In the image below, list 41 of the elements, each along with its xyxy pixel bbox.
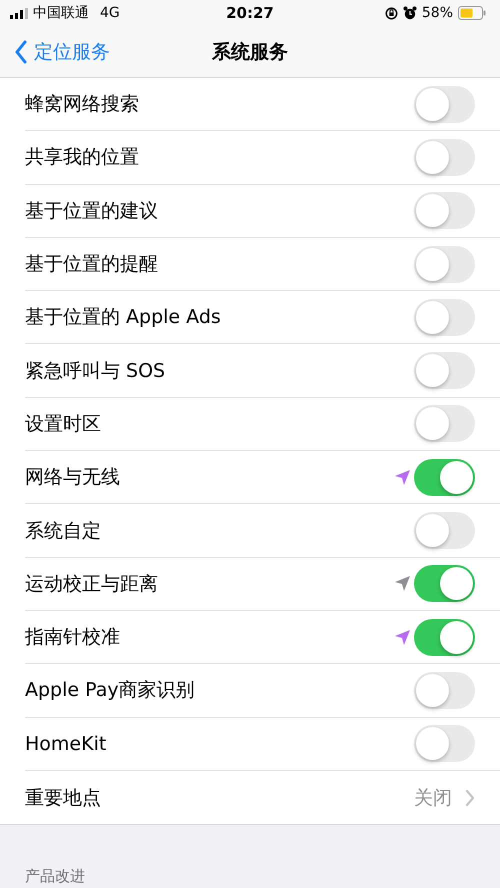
- setting-label: HomeKit: [25, 732, 106, 755]
- toggle-switch[interactable]: [414, 725, 475, 762]
- page-title: 系统服务: [212, 40, 288, 64]
- alarm-icon: [402, 6, 417, 20]
- toggle-switch[interactable]: [414, 672, 475, 709]
- rotation-lock-icon: [384, 6, 398, 20]
- chevron-left-icon: [14, 40, 28, 64]
- setting-label: 运动校正与距离: [25, 572, 158, 597]
- setting-label: 设置时区: [25, 412, 101, 437]
- chevron-right-icon: [465, 788, 475, 806]
- toggle-switch[interactable]: [414, 352, 475, 390]
- network-type: 4G: [100, 5, 120, 21]
- section-header: 产品改进: [25, 867, 85, 886]
- setting-label: Apple Pay商家识别: [25, 678, 195, 704]
- toggle-switch[interactable]: [414, 565, 475, 602]
- setting-label: 指南针校准: [25, 625, 120, 650]
- toggle-switch[interactable]: [414, 298, 475, 336]
- setting-label: 共享我的位置: [25, 145, 139, 170]
- clock-time: 20:27: [226, 4, 274, 22]
- toggle-switch[interactable]: [414, 246, 475, 283]
- toggle-switch[interactable]: [414, 192, 475, 230]
- setting-value: 关闭: [414, 786, 452, 810]
- toggle-switch[interactable]: [414, 138, 475, 176]
- setting-label: 紧急呼叫与 SOS: [25, 358, 166, 384]
- back-button[interactable]: 定位服务: [0, 38, 110, 64]
- toggle-switch[interactable]: [414, 405, 475, 442]
- setting-label: 基于位置的建议: [25, 198, 158, 224]
- toggle-switch[interactable]: [414, 512, 475, 550]
- toggle-switch[interactable]: [414, 618, 475, 656]
- setting-label: 基于位置的 Apple Ads: [25, 305, 221, 330]
- toggle-switch[interactable]: [414, 458, 475, 496]
- setting-label: 网络与无线: [25, 465, 120, 490]
- setting-label: 蜂窝网络搜索: [25, 92, 139, 118]
- carrier-name: 中国联通: [33, 4, 89, 22]
- toggle-switch[interactable]: [414, 86, 475, 123]
- battery-percent: 58%: [422, 5, 453, 21]
- setting-label: 系统自定: [25, 518, 101, 544]
- setting-label: 重要地点: [25, 786, 101, 810]
- setting-label: 基于位置的提醒: [25, 252, 158, 278]
- battery-icon: [458, 6, 486, 20]
- signal-icon: [10, 8, 28, 18]
